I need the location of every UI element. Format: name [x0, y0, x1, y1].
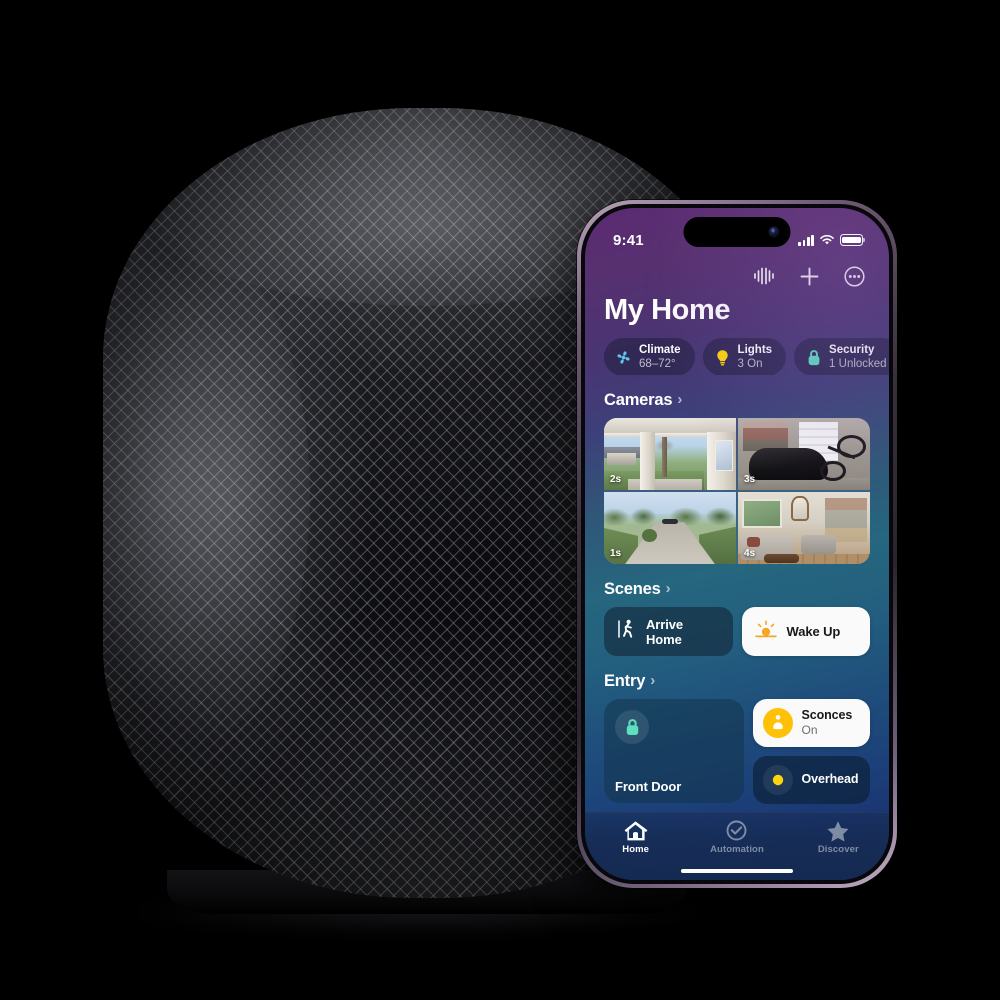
chip-text: Security 1 Unlocked	[829, 344, 887, 369]
scene-wake-up[interactable]: Wake Up	[741, 607, 870, 656]
chevron-right-icon: ›	[665, 580, 671, 597]
section-header-entry[interactable]: Entry ›	[585, 656, 889, 699]
camera-timestamp: 2s	[610, 474, 622, 485]
camera-tile-living-room[interactable]: 4s	[738, 492, 870, 564]
home-indicator[interactable]	[681, 868, 793, 873]
add-icon[interactable]	[799, 266, 820, 287]
chevron-right-icon: ›	[650, 672, 656, 689]
chip-text: Lights 3 On	[738, 344, 773, 369]
section-header-cameras[interactable]: Cameras ›	[585, 375, 889, 418]
chip-title: Lights	[737, 344, 773, 357]
page-title: My Home	[604, 294, 731, 326]
iphone-bezel: 9:41 My Home Climate 68–72° Lights 3 On …	[581, 204, 893, 884]
section-title: Scenes	[604, 580, 661, 598]
iphone-device: 9:41 My Home Climate 68–72° Lights 3 On …	[577, 200, 897, 888]
chip-subtitle: 68–72°	[639, 357, 676, 370]
camera-tile-front-porch[interactable]: 2s	[604, 418, 736, 490]
walking-person-icon	[617, 618, 636, 645]
lock-icon	[615, 710, 649, 744]
scenes-row: Arrive Home Wake Up	[585, 607, 889, 656]
cameras-grid: 2s 3s 1s 4s	[604, 418, 870, 564]
scene-label: Wake Up	[786, 624, 841, 639]
camera-tile-garage[interactable]: 3s	[738, 418, 870, 490]
iphone-screen: 9:41 My Home Climate 68–72° Lights 3 On …	[585, 208, 889, 880]
fan-icon	[615, 349, 632, 366]
entry-row: Front Door Sconces On Overhead	[585, 699, 889, 804]
status-chip-climate[interactable]: Climate 68–72°	[604, 338, 695, 375]
status-chip-security[interactable]: Security 1 Unlocked	[794, 338, 889, 375]
tab-label: Automation	[710, 844, 764, 855]
accessory-text: Sconces On	[801, 708, 853, 737]
accessory-text: Overhead	[801, 772, 859, 787]
ceiling-light-icon	[762, 765, 793, 795]
chip-subtitle: 3 On	[737, 357, 763, 370]
siri-waveform-icon[interactable]	[753, 267, 775, 285]
house-icon	[624, 821, 648, 841]
entry-accessories: Sconces On Overhead	[752, 699, 870, 804]
camera-tile-driveway[interactable]: 1s	[604, 492, 736, 564]
status-chips-row[interactable]: Climate 68–72° Lights 3 On Security 1 Un…	[585, 327, 889, 375]
accessory-name: Front Door	[615, 779, 682, 794]
more-options-icon[interactable]	[844, 265, 865, 287]
scene-arrive-home[interactable]: Arrive Home	[604, 607, 733, 656]
chevron-right-icon: ›	[677, 391, 683, 408]
accessory-name: Sconces	[801, 708, 853, 723]
front-camera-icon	[768, 226, 780, 238]
lock-icon	[805, 349, 822, 366]
star-icon	[827, 821, 849, 842]
tab-discover[interactable]: Discover	[788, 820, 888, 855]
chip-subtitle: 1 Unlocked	[829, 357, 887, 370]
home-app-content: My Home Climate 68–72° Lights 3 On Secur…	[585, 252, 889, 880]
sunrise-icon	[754, 619, 777, 644]
lightbulb-icon	[714, 349, 731, 366]
camera-timestamp: 1s	[610, 548, 622, 559]
status-bar-indicators	[798, 234, 863, 246]
scene-label: Arrive Home	[646, 616, 683, 647]
section-header-scenes[interactable]: Scenes ›	[585, 564, 889, 607]
chip-title: Security	[829, 344, 875, 357]
accessory-overhead[interactable]: Overhead	[752, 756, 870, 804]
accessory-sconces[interactable]: Sconces On	[752, 699, 870, 747]
signal-bars-icon	[798, 234, 814, 246]
camera-timestamp: 4s	[744, 548, 756, 559]
nav-actions	[585, 252, 889, 290]
section-title: Entry	[604, 672, 646, 690]
status-bar-time: 9:41	[613, 231, 644, 249]
camera-timestamp: 3s	[744, 474, 756, 485]
tab-home[interactable]: Home	[586, 820, 686, 855]
dynamic-island	[683, 217, 791, 247]
clock-check-icon	[727, 820, 747, 841]
status-chip-lights[interactable]: Lights 3 On	[702, 338, 787, 375]
accessory-front-door[interactable]: Front Door	[604, 699, 744, 803]
accessory-name: Overhead	[801, 772, 859, 787]
composition-canvas: 9:41 My Home Climate 68–72° Lights 3 On …	[0, 0, 1000, 1000]
chip-text: Climate 68–72°	[639, 344, 681, 369]
tab-label: Home	[622, 844, 650, 855]
tab-automation[interactable]: Automation	[687, 820, 787, 855]
battery-full-icon	[840, 234, 863, 246]
section-title: Cameras	[604, 391, 673, 409]
sconce-lamp-icon	[762, 708, 793, 738]
accessory-status: On	[801, 722, 818, 737]
wifi-icon	[820, 234, 834, 245]
tab-label: Discover	[817, 844, 859, 855]
chip-title: Climate	[639, 344, 681, 357]
